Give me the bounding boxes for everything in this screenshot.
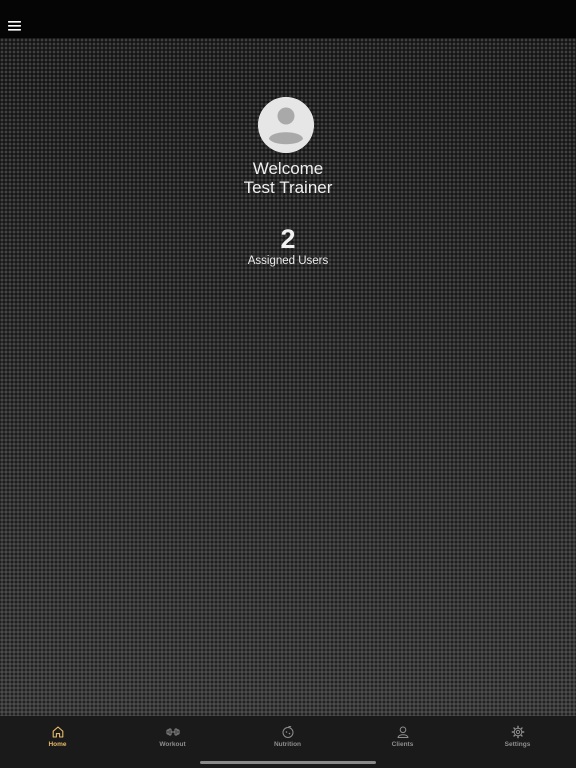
home-content: Welcome Test Trainer 2 Assigned Users	[0, 38, 576, 716]
tab-home[interactable]: Home	[0, 716, 115, 760]
tab-clients[interactable]: Clients	[345, 716, 460, 760]
dumbbell-icon	[166, 725, 180, 739]
trainer-name: Test Trainer	[243, 178, 333, 197]
assigned-users-count: 2	[280, 224, 296, 254]
home-indicator[interactable]	[200, 761, 376, 764]
gear-icon	[511, 725, 525, 739]
user-avatar-icon	[258, 97, 314, 153]
clients-icon	[396, 725, 410, 739]
tab-workout-label: Workout	[159, 741, 186, 748]
home-icon	[51, 725, 65, 739]
tab-nutrition[interactable]: Nutrition	[230, 716, 345, 760]
welcome-title: Welcome	[252, 159, 324, 178]
tab-nutrition-label: Nutrition	[273, 741, 302, 748]
app-screen: Welcome Test Trainer 2 Assigned Users Ho…	[0, 0, 576, 768]
hamburger-menu-icon[interactable]	[4, 16, 24, 36]
top-bar	[0, 0, 576, 38]
tab-workout[interactable]: Workout	[115, 716, 230, 760]
tab-clients-label: Clients	[391, 741, 414, 748]
bottom-tab-bar: Home Workout Nutrition Clients Settings	[0, 716, 576, 768]
tab-home-label: Home	[48, 741, 67, 748]
assigned-users-label: Assigned Users	[247, 255, 329, 267]
tab-settings-label: Settings	[504, 741, 531, 748]
tab-settings[interactable]: Settings	[460, 716, 575, 760]
nutrition-icon	[281, 725, 295, 739]
